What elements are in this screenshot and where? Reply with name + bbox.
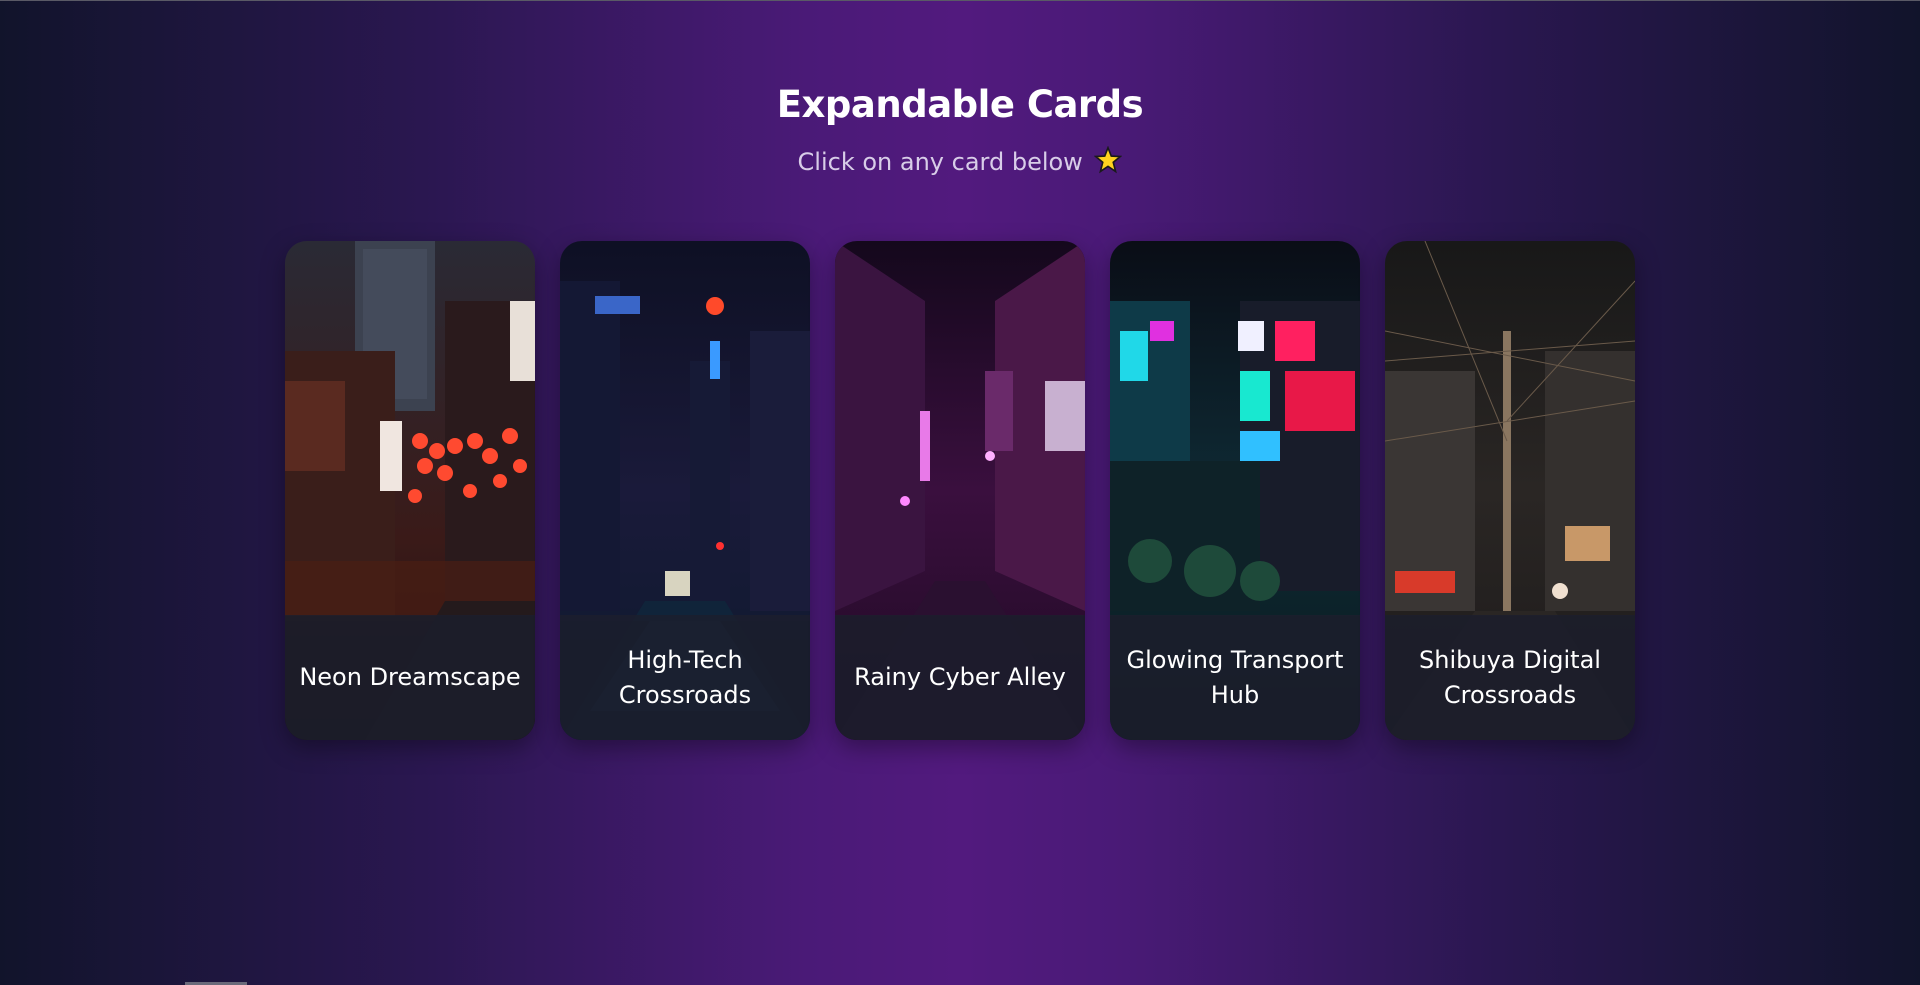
subtitle-text: Click on any card below bbox=[797, 148, 1083, 176]
card-label-panel: Neon Dreamscape bbox=[285, 615, 535, 740]
card-label-panel: High-Tech Crossroads bbox=[560, 615, 810, 740]
card-label-panel: Shibuya Digital Crossroads bbox=[1385, 615, 1635, 740]
card-high-tech-crossroads[interactable]: High-Tech Crossroads bbox=[560, 241, 810, 740]
star-icon bbox=[1094, 146, 1123, 174]
window-top-border bbox=[0, 0, 1920, 1]
card-shibuya-digital-crossroads[interactable]: Shibuya Digital Crossroads bbox=[1385, 241, 1635, 740]
page-header: Expandable Cards Click on any card below bbox=[0, 80, 1920, 182]
card-glowing-transport-hub[interactable]: Glowing Transport Hub bbox=[1110, 241, 1360, 740]
card-title: Rainy Cyber Alley bbox=[854, 663, 1066, 691]
card-label-panel: Rainy Cyber Alley bbox=[835, 615, 1085, 740]
card-rainy-cyber-alley[interactable]: Rainy Cyber Alley bbox=[835, 241, 1085, 740]
card-title: Neon Dreamscape bbox=[299, 663, 521, 691]
card-neon-dreamscape[interactable]: Neon Dreamscape bbox=[285, 241, 535, 740]
card-title: High-Tech Crossroads bbox=[618, 645, 752, 709]
card-label-panel: Glowing Transport Hub bbox=[1110, 615, 1360, 740]
card-list: Neon Dreamscape High-Tech Crossroads Rai… bbox=[285, 241, 1635, 740]
card-title: Glowing Transport Hub bbox=[1126, 645, 1344, 709]
page-subtitle: Click on any card below bbox=[0, 142, 1920, 182]
card-title: Shibuya Digital Crossroads bbox=[1419, 645, 1601, 709]
page-title: Expandable Cards bbox=[776, 83, 1144, 126]
